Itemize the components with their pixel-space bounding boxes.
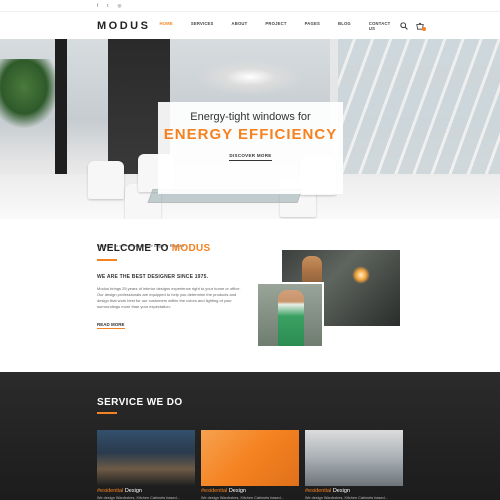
hero-subtitle: Energy-tight windows for: [190, 111, 311, 123]
nav-project[interactable]: PROJECT: [256, 21, 295, 31]
cart-badge: [421, 26, 427, 31]
instagram-icon[interactable]: ◎: [118, 3, 122, 9]
service-card-label: Design: [124, 488, 142, 494]
nav-contact[interactable]: CONTACT US: [360, 21, 400, 31]
search-icon[interactable]: [399, 21, 408, 30]
service-card-accent: #esidential: [305, 488, 332, 494]
service-card[interactable]: #esidential Design We design Wardrobes, …: [201, 430, 299, 500]
service-card-label: Design: [228, 488, 246, 494]
site-logo[interactable]: MODUS: [97, 20, 150, 32]
nav-pages[interactable]: PAGES: [296, 21, 329, 31]
service-card-title[interactable]: #esidential Design: [97, 488, 195, 494]
main-header: MODUS HOME SERVICES ABOUT PROJECT PAGES …: [0, 11, 500, 39]
welcome-title-prefix: WELCOME TO: [97, 243, 169, 254]
main-nav: HOME SERVICES ABOUT PROJECT PAGES BLOG C…: [150, 21, 399, 31]
service-card-image[interactable]: [305, 430, 403, 486]
discover-more-button[interactable]: DISCOVER MORE: [229, 153, 272, 161]
worker-photo: [256, 282, 324, 348]
service-card-title[interactable]: #esidential Design: [305, 488, 403, 494]
title-underline: [97, 412, 117, 414]
top-bar: Welcome to our interior website Login or…: [0, 0, 500, 249]
welcome-paragraph: Modus brings 25 years of interior design…: [97, 286, 241, 309]
title-underline: [97, 259, 117, 261]
welcome-section: WELCOME TO MODUS WE ARE THE BEST DESIGNE…: [97, 243, 257, 331]
nav-about[interactable]: ABOUT: [223, 21, 257, 31]
service-card-text: We design Wardrobes, Kitchen Cabinets ba…: [305, 496, 388, 500]
welcome-title: WELCOME TO MODUS: [97, 243, 257, 254]
facebook-icon[interactable]: f: [97, 3, 98, 9]
hero-title: ENERGY EFFICIENCY: [163, 126, 338, 143]
hero-bg-plant: [0, 59, 60, 129]
nav-home[interactable]: HOME: [150, 21, 181, 31]
nav-blog[interactable]: BLOG: [329, 21, 360, 31]
photo-glow: [352, 266, 370, 284]
nav-services[interactable]: SERVICES: [182, 21, 223, 31]
service-card-text: We design Wardrobes, Kitchen Cabinets ba…: [201, 496, 284, 500]
services-title: SERVICE WE DO: [97, 397, 183, 408]
service-card-label: Design: [332, 488, 350, 494]
header-actions: [399, 21, 427, 31]
service-card[interactable]: #esidential Design We design Wardrobes, …: [97, 430, 195, 500]
service-card[interactable]: #esidential Design We design Wardrobes, …: [305, 430, 403, 500]
social-links: f t ◎: [97, 3, 121, 9]
hero-caption-card: Energy-tight windows for ENERGY EFFICIEN…: [158, 102, 343, 194]
service-card-text: We design Wardrobes, Kitchen Cabinets ba…: [97, 496, 180, 500]
welcome-heading: WE ARE THE BEST DESIGNER SINCE 1975.: [97, 274, 209, 280]
hero-bg-chandelier: [190, 57, 310, 97]
services-section: SERVICE WE DO #esidential Design We desi…: [0, 372, 500, 500]
service-card-image[interactable]: [201, 430, 299, 486]
service-card-accent: #esidential: [97, 488, 124, 494]
twitter-icon[interactable]: t: [107, 3, 108, 9]
welcome-title-accent: MODUS: [171, 243, 211, 254]
service-card-title[interactable]: #esidential Design: [201, 488, 299, 494]
service-card-image[interactable]: [97, 430, 195, 486]
service-card-accent: #esidential: [201, 488, 228, 494]
hero-bg-chair: [88, 161, 124, 199]
photo-worker: [278, 290, 304, 346]
read-more-link[interactable]: READ MORE: [97, 322, 125, 329]
hero-slider: Energy-tight windows for ENERGY EFFICIEN…: [0, 39, 500, 219]
cart-icon[interactable]: [415, 21, 427, 31]
